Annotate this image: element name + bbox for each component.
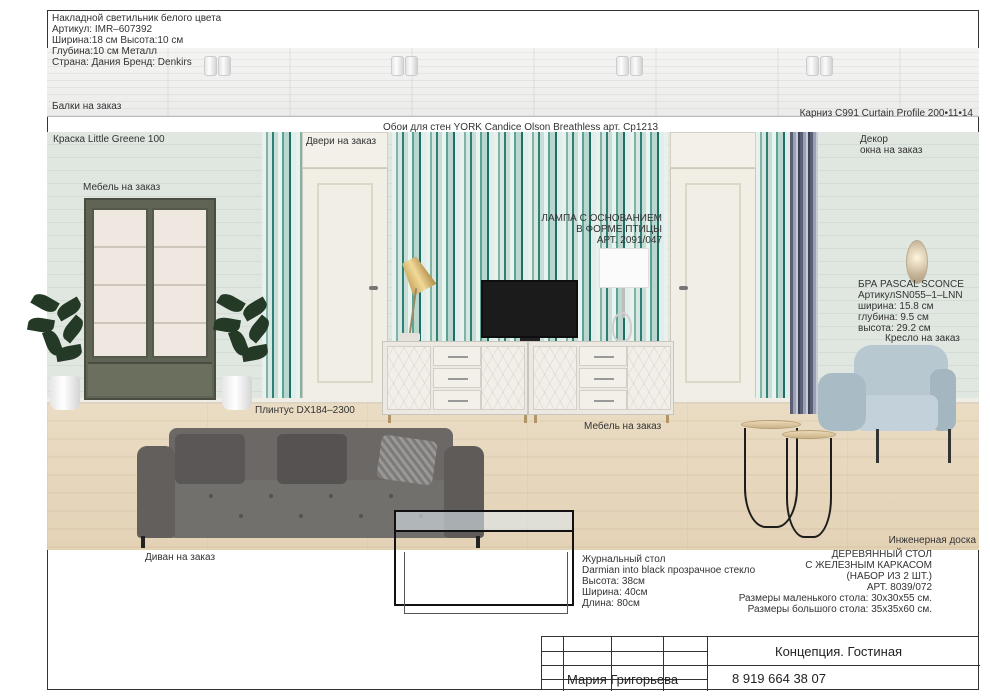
title-block: Концепция. Гостиная Мария Григорьева 8 9… bbox=[541, 636, 980, 691]
sconce-spec: БРА PASCAL SCONCE АртикулSN055–1–LNN шир… bbox=[858, 279, 964, 334]
tv-screen bbox=[481, 280, 578, 338]
lamp-spec: ЛАМПА С ОСНОВАНИЕМ В ФОРМЕ ПТИЦЫ АРТ. 20… bbox=[538, 213, 662, 246]
curtain bbox=[790, 132, 818, 414]
side-table-spec-line: Размеры большого стола: 35x35x60 см. bbox=[747, 604, 932, 615]
side-table-spec-line: Размеры маленького стола: 30x30x55 см. bbox=[738, 593, 932, 604]
ceiling-spotlight bbox=[806, 56, 834, 78]
wall-sconce bbox=[906, 240, 928, 284]
armchair bbox=[818, 345, 958, 463]
coffee-table-spec: Журнальный стол Darmian into black прозр… bbox=[582, 554, 755, 609]
window-decor-line: Декор bbox=[860, 134, 888, 145]
sideboard-right bbox=[528, 341, 674, 415]
sofa-label: Диван на заказ bbox=[145, 552, 216, 563]
ceiling-spotlight bbox=[616, 56, 644, 78]
bird-lamp-base bbox=[612, 312, 632, 342]
plinth-label: Плинтус DX184–2300 bbox=[255, 405, 355, 416]
flooring-label: Инженерная доска bbox=[888, 535, 976, 546]
door-left bbox=[302, 168, 388, 404]
cornice-label: Карниз C991 Curtain Profile 200•11•14 bbox=[799, 108, 973, 119]
sconce-spec-line: АртикулSN055–1–LNN bbox=[858, 290, 963, 301]
side-table-spec-line: АРТ. 8039/072 bbox=[866, 582, 932, 593]
wallpaper-strip-right bbox=[756, 132, 792, 402]
coffee-table-spec-line: Ширина: 40см bbox=[582, 587, 648, 598]
ceiling-spotlight bbox=[391, 56, 419, 78]
fixture-spec-line: Накладной светильник белого цвета bbox=[52, 13, 222, 24]
lamp-spec-line: В ФОРМЕ ПТИЦЫ bbox=[576, 224, 662, 235]
window-decor-line: окна на заказ bbox=[860, 145, 923, 156]
sideboard-leg bbox=[524, 415, 527, 423]
sideboard-leg bbox=[388, 415, 391, 423]
lamp-spec-line: АРТ. 2091/047 bbox=[596, 235, 662, 246]
side-table-spec-line: (НАБОР ИЗ 2 ШТ.) bbox=[846, 571, 932, 582]
coffee-table bbox=[394, 510, 574, 614]
sideboard-left bbox=[382, 341, 528, 415]
side-table-spec: ДЕРЕВЯННЫЙ СТОЛ С ЖЕЛЕЗНЫМ КАРКАСОМ (НАБ… bbox=[739, 549, 932, 615]
sconce-spec-line: БРА PASCAL SCONCE bbox=[858, 279, 964, 290]
desk-lamp-base bbox=[400, 333, 420, 341]
door-transom-right bbox=[670, 132, 756, 168]
phone-number: 8 919 664 38 07 bbox=[732, 671, 826, 686]
coffee-table-spec-line: Журнальный стол bbox=[582, 554, 666, 565]
potted-plant-right bbox=[212, 290, 276, 412]
fixture-spec: Накладной светильник белого цвета Артику… bbox=[52, 13, 221, 68]
sideboard-leg bbox=[666, 415, 669, 423]
coffee-table-spec-line: Длина: 80см bbox=[582, 598, 640, 609]
author-name: Мария Григорьева bbox=[567, 672, 679, 687]
sconce-spec-line: ширина: 15.8 см bbox=[858, 301, 934, 312]
bird-lamp-shade bbox=[599, 248, 649, 288]
fixture-spec-line: Глубина:10 см Металл bbox=[52, 46, 157, 57]
glass-cabinet bbox=[84, 198, 216, 400]
paint-label: Краска Little Greene 100 bbox=[53, 134, 165, 145]
side-table-large-frame bbox=[786, 438, 832, 538]
doors-label: Двери на заказ bbox=[306, 136, 377, 147]
armchair-label: Кресло на заказ bbox=[885, 333, 960, 344]
potted-plant-left bbox=[26, 290, 90, 412]
project-title: Концепция. Гостиная bbox=[775, 644, 903, 659]
coffee-table-spec-line: Darmian into black прозрачное стекло bbox=[582, 565, 756, 576]
furniture-center-label: Мебель на заказ bbox=[584, 421, 662, 432]
side-table-spec-line: С ЖЕЛЕЗНЫМ КАРКАСОМ bbox=[805, 560, 932, 571]
fixture-spec-line: Страна: Дания Бренд: Denkirs bbox=[52, 57, 192, 68]
door-right bbox=[670, 168, 756, 404]
side-table-spec-line: ДЕРЕВЯННЫЙ СТОЛ bbox=[831, 549, 932, 560]
sideboard-leg bbox=[534, 415, 537, 423]
beams-label: Балки на заказ bbox=[52, 101, 122, 112]
fixture-spec-line: Ширина:18 см Высота:10 см bbox=[52, 35, 184, 46]
sconce-spec-line: глубина: 9.5 см bbox=[858, 312, 929, 323]
window-decor-label: Декор окна на заказ bbox=[860, 134, 922, 156]
fixture-spec-line: Артикул: IMR–607392 bbox=[52, 24, 153, 35]
furniture-left-label: Мебель на заказ bbox=[83, 182, 161, 193]
coffee-table-spec-line: Высота: 38см bbox=[582, 576, 645, 587]
lamp-spec-line: ЛАМПА С ОСНОВАНИЕМ bbox=[541, 213, 662, 224]
wallpaper-label: Обои для стен YORK Candice Olson Breathl… bbox=[383, 122, 659, 133]
